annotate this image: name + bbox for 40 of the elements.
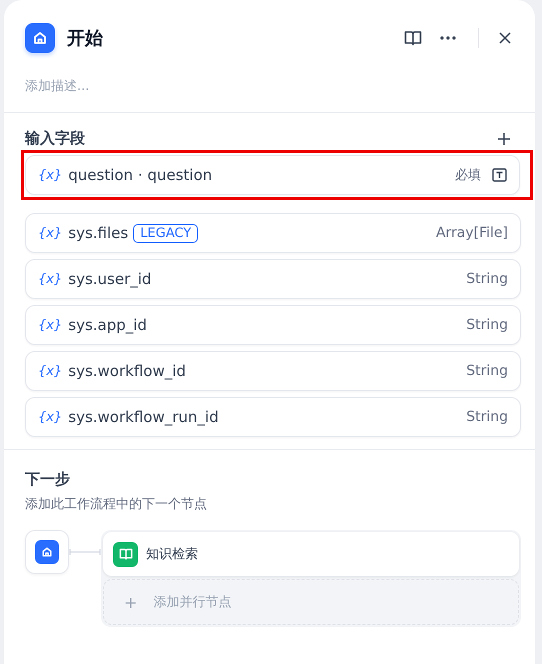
variable-type: String xyxy=(466,409,508,425)
variable-name: sys.files xyxy=(68,224,128,242)
variable-type: Array[File] xyxy=(436,225,508,241)
section-subtitle: 添加此工作流程中的下一个节点 xyxy=(25,496,208,513)
add-icon[interactable] xyxy=(497,132,511,146)
panel-title: 开始 xyxy=(67,26,103,50)
variable-row[interactable]: {x} question · question 必填 xyxy=(25,155,520,195)
variable-name: sys.workflow_run_id xyxy=(68,408,219,426)
variable-type: String xyxy=(466,271,508,287)
variable-icon: {x} xyxy=(38,226,62,240)
book-icon xyxy=(113,542,138,566)
variable-row[interactable]: {x} sys.workflow_run_id String xyxy=(25,397,521,437)
home-icon xyxy=(25,22,55,52)
legacy-tag: LEGACY xyxy=(133,224,198,242)
variable-type: String xyxy=(466,363,508,379)
variable-type: String xyxy=(466,317,508,333)
variable-icon: {x} xyxy=(38,410,62,424)
variable-name: sys.user_id xyxy=(68,270,152,288)
node-label: 知识检索 xyxy=(146,546,198,563)
home-icon xyxy=(35,540,59,564)
variable-name: sys.workflow_id xyxy=(68,362,186,380)
variable-name: sys.app_id xyxy=(68,316,147,334)
section-title: 输入字段 xyxy=(25,129,85,148)
section-title: 下一步 xyxy=(25,470,71,489)
next-node[interactable]: 知识检索 xyxy=(103,532,519,576)
text-type-icon xyxy=(492,168,507,182)
connector-line xyxy=(69,549,101,555)
book-icon[interactable] xyxy=(404,30,422,46)
variable-icon: {x} xyxy=(38,318,62,332)
variable-icon: {x} xyxy=(38,168,62,182)
required-label: 必填 xyxy=(455,167,481,184)
variable-row[interactable]: {x} sys.files LEGACY Array[File] xyxy=(25,213,521,253)
close-icon[interactable] xyxy=(499,32,511,44)
variable-icon: {x} xyxy=(38,272,62,286)
more-icon[interactable] xyxy=(440,36,456,40)
variable-icon: {x} xyxy=(38,364,62,378)
variable-row[interactable]: {x} sys.app_id String xyxy=(25,305,521,345)
variable-name: question · question xyxy=(68,166,212,184)
variable-row[interactable]: {x} sys.workflow_id String xyxy=(25,351,521,391)
variable-row[interactable]: {x} sys.user_id String xyxy=(25,259,521,299)
